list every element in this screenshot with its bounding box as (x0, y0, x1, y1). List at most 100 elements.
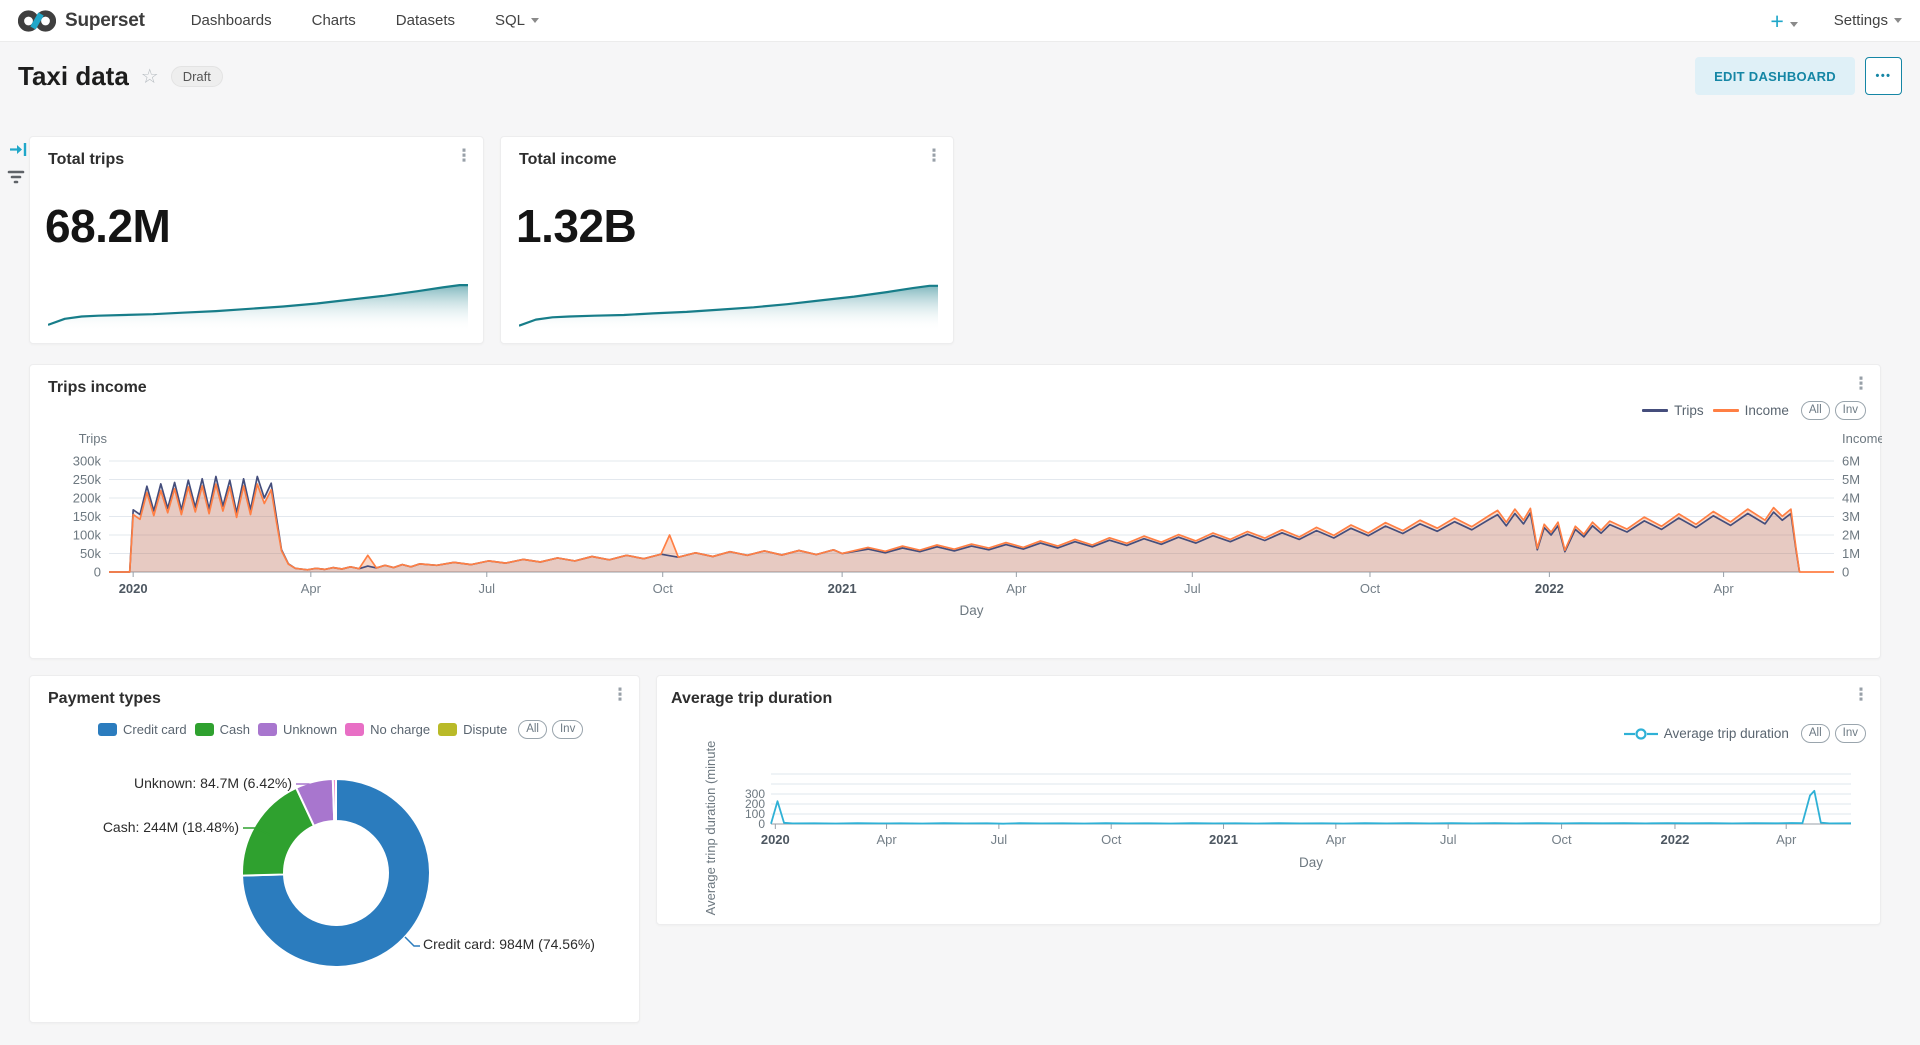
svg-text:200k: 200k (73, 491, 102, 506)
nav-item-datasets[interactable]: Datasets (396, 12, 455, 29)
svg-text:150k: 150k (73, 509, 102, 524)
svg-text:Oct: Oct (1101, 832, 1122, 847)
expand-filter-bar-icon[interactable] (9, 141, 28, 163)
legend-all-button[interactable]: All (518, 720, 547, 739)
svg-text:Apr: Apr (1713, 581, 1734, 596)
dashboard-header: Taxi data ☆ Draft EDIT DASHBOARD ••• (0, 42, 1920, 110)
svg-text:300: 300 (745, 787, 765, 801)
legend-all-button[interactable]: All (1801, 401, 1830, 420)
total-income-sparkline (519, 277, 938, 331)
svg-text:2022: 2022 (1535, 581, 1564, 596)
svg-text:300k: 300k (73, 454, 102, 469)
svg-text:Apr: Apr (876, 832, 897, 847)
chart-kebab-menu-icon[interactable]: ⋮ (1850, 375, 1872, 393)
legend-item-no-charge[interactable]: No charge (345, 722, 430, 737)
legend-label: Cash (220, 722, 250, 737)
chart-title: Total income (519, 151, 617, 169)
svg-text:Cash: 244M (18.48%): Cash: 244M (18.48%) (103, 819, 239, 835)
svg-text:0: 0 (94, 565, 101, 580)
svg-text:2020: 2020 (119, 581, 148, 596)
svg-text:Jul: Jul (478, 581, 495, 596)
svg-text:Jul: Jul (1184, 581, 1201, 596)
svg-text:50k: 50k (80, 546, 101, 561)
card-total-income: Total income ⋮ 1.32B (500, 136, 954, 344)
payment-types-donut: Unknown: 84.7M (6.42%) Cash: 244M (18.48%… (30, 751, 641, 1024)
filter-list-icon[interactable] (6, 169, 26, 190)
nav-item-charts[interactable]: Charts (312, 12, 356, 29)
svg-text:100k: 100k (73, 528, 102, 543)
svg-text:Trips: Trips (79, 431, 108, 446)
svg-text:Oct: Oct (653, 581, 674, 596)
total-trips-value: 68.2M (45, 199, 170, 253)
settings-menu[interactable]: Settings (1834, 12, 1902, 29)
svg-text:Income: Income (1842, 431, 1882, 446)
svg-text:0: 0 (1842, 565, 1849, 580)
chevron-down-icon (1790, 22, 1798, 27)
superset-logo[interactable]: Superset (18, 8, 145, 34)
nav-item-sql[interactable]: SQL (495, 12, 539, 29)
svg-text:Unknown: 84.7M (6.42%): Unknown: 84.7M (6.42%) (134, 775, 292, 791)
header-actions: EDIT DASHBOARD ••• (1695, 57, 1902, 95)
svg-text:Jul: Jul (991, 832, 1008, 847)
legend-inv-button[interactable]: Inv (552, 720, 583, 739)
legend-inv-button[interactable]: Inv (1835, 401, 1866, 420)
legend-label: Unknown (283, 722, 337, 737)
legend-item-unknown[interactable]: Unknown (258, 722, 337, 737)
new-item-button[interactable]: + (1770, 11, 1797, 31)
top-nav: Superset Dashboards Charts Datasets SQL … (0, 0, 1920, 42)
superset-infinity-icon (18, 8, 56, 34)
svg-text:2022: 2022 (1660, 832, 1689, 847)
svg-text:Oct: Oct (1551, 832, 1572, 847)
svg-text:2021: 2021 (828, 581, 857, 596)
svg-text:Day: Day (1299, 855, 1323, 870)
legend-label: Credit card (123, 722, 187, 737)
legend-item-trips[interactable]: Trips (1642, 403, 1704, 418)
page-title: Taxi data (18, 61, 129, 92)
svg-text:250k: 250k (73, 472, 102, 487)
svg-text:3M: 3M (1842, 509, 1860, 524)
income-line-swatch (1713, 409, 1739, 412)
svg-text:2M: 2M (1842, 528, 1860, 543)
svg-text:6M: 6M (1842, 454, 1860, 469)
payment-types-legend: Credit card Cash Unknown No charge Dispu… (98, 720, 583, 739)
chart-title: Payment types (48, 690, 161, 708)
card-trips-income: Trips income ⋮ Trips Income All Inv 300k… (29, 364, 1881, 659)
card-avg-trip-duration: Average trip duration ⋮ Average trip dur… (656, 675, 1881, 925)
more-options-button[interactable]: ••• (1865, 57, 1902, 95)
chart-title: Total trips (48, 151, 124, 169)
dispute-swatch (438, 723, 457, 736)
legend-item-credit-card[interactable]: Credit card (98, 722, 187, 737)
status-badge: Draft (171, 66, 223, 87)
chart-title: Average trip duration (671, 690, 832, 708)
svg-text:Apr: Apr (1326, 832, 1347, 847)
trips-income-plot: 300k6M250k5M200k4M150k3M100k2M50k1M00Tri… (30, 425, 1882, 625)
chart-kebab-menu-icon[interactable]: ⋮ (923, 147, 945, 165)
nav-menu: Dashboards Charts Datasets SQL (191, 12, 539, 29)
favorite-star-icon[interactable]: ☆ (141, 64, 159, 89)
nav-item-dashboards[interactable]: Dashboards (191, 12, 272, 29)
svg-text:Apr: Apr (1006, 581, 1027, 596)
chart-kebab-menu-icon[interactable]: ⋮ (1850, 686, 1872, 704)
card-payment-types: Payment types ⋮ Credit card Cash Unknown… (29, 675, 640, 1023)
chevron-down-icon (531, 18, 539, 23)
svg-text:4M: 4M (1842, 491, 1860, 506)
svg-text:1M: 1M (1842, 546, 1860, 561)
chart-kebab-menu-icon[interactable]: ⋮ (453, 147, 475, 165)
edit-dashboard-button[interactable]: EDIT DASHBOARD (1695, 57, 1855, 95)
svg-text:Jul: Jul (1440, 832, 1457, 847)
unknown-swatch (258, 723, 277, 736)
no-charge-swatch (345, 723, 364, 736)
nav-right: + Settings (1770, 11, 1902, 31)
legend-item-dispute[interactable]: Dispute (438, 722, 507, 737)
svg-text:Apr: Apr (1776, 832, 1797, 847)
chart-kebab-menu-icon[interactable]: ⋮ (609, 686, 631, 704)
svg-text:Credit card: 984M (74.56%): Credit card: 984M (74.56%) (423, 936, 595, 952)
svg-text:Average trinp duration (minute: Average trinp duration (minute (703, 741, 718, 916)
total-trips-sparkline (48, 277, 468, 331)
legend-label: No charge (370, 722, 430, 737)
legend-item-income[interactable]: Income (1713, 403, 1789, 418)
legend-item-cash[interactable]: Cash (195, 722, 250, 737)
card-total-trips: Total trips ⋮ 68.2M (29, 136, 484, 344)
trips-income-legend: Trips Income All Inv (1642, 401, 1866, 420)
legend-label: Income (1745, 403, 1789, 418)
